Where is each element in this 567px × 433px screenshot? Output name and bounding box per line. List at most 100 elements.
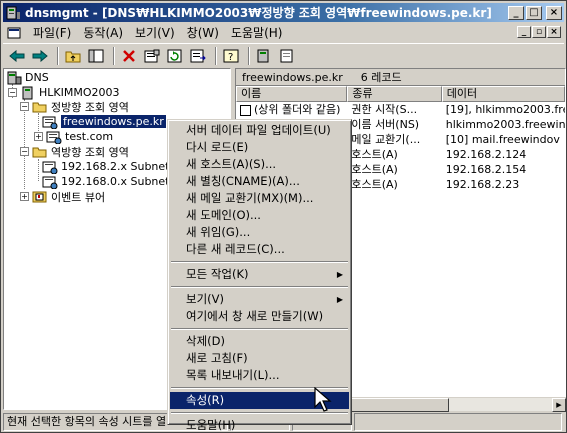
record-name-cell: (상위 폴더와 같음) xyxy=(236,102,347,117)
mmc-window: dnsmgmt - [DNS₩HLKIMMO2003₩정방향 조회 영역₩fre… xyxy=(0,0,567,433)
context-menu: 서버 데이터 파일 업데이트(U) 다시 로드(E) 새 호스트(A)(S)..… xyxy=(167,119,352,432)
collapse-toggle[interactable]: − xyxy=(20,147,29,156)
back-arrow-icon[interactable] xyxy=(7,46,27,66)
record-type: 호스트(A) xyxy=(351,178,398,191)
delete-icon[interactable] xyxy=(119,46,139,66)
menu-file[interactable]: 파일(F) xyxy=(27,23,77,42)
close-button[interactable]: × xyxy=(546,5,562,20)
records-zone-name: freewindows.pe.kr xyxy=(242,70,343,84)
scroll-track[interactable] xyxy=(449,398,552,411)
ctx-all-tasks[interactable]: 모든 작업(K) ▶ xyxy=(170,266,349,283)
svg-text:?: ? xyxy=(228,52,233,63)
column-header-data[interactable]: 데이터 xyxy=(441,86,565,102)
tree-label-reverse-2: 192.168.0.x Subnet xyxy=(61,175,170,188)
ctx-reload[interactable]: 다시 로드(E) xyxy=(170,139,349,156)
export-list-icon[interactable] xyxy=(188,46,208,66)
ctx-refresh[interactable]: 새로 고침(F) xyxy=(170,350,349,367)
tree-label-dns: DNS xyxy=(25,71,49,84)
folder-open-icon xyxy=(32,102,47,112)
column-header-name[interactable]: 이름 xyxy=(236,86,348,102)
menu-separator xyxy=(171,328,348,330)
menu-separator xyxy=(171,286,348,288)
ctx-view[interactable]: 보기(V) ▶ xyxy=(170,291,349,308)
ctx-new-domain[interactable]: 새 도메인(O)... xyxy=(170,207,349,224)
up-folder-icon[interactable] xyxy=(63,46,83,66)
ctx-new-delegation[interactable]: 새 위임(G)... xyxy=(170,224,349,241)
record-type: 이름 서버(NS) xyxy=(351,118,420,131)
tree-label-server: HLKIMMO2003 xyxy=(39,86,120,99)
server-icon[interactable] xyxy=(254,46,274,66)
mdi-controls: _ ▫ × xyxy=(517,26,562,38)
mdi-minimize-button[interactable]: _ xyxy=(517,26,531,38)
status-pane-4 xyxy=(354,413,562,431)
tree-node-reverse-zones[interactable]: − 역방향 조회 영역 xyxy=(20,144,129,159)
folder-open-icon xyxy=(32,147,47,157)
mdi-restore-button[interactable]: ▫ xyxy=(532,26,546,38)
record-type: 권한 시작(S... xyxy=(351,103,418,116)
records-count: 6 레코드 xyxy=(360,71,402,84)
tree-label-forward-zones: 정방향 조회 영역 xyxy=(51,100,129,114)
tree-node-reverse-2[interactable]: 192.168.0.x Subnet xyxy=(42,174,169,189)
help-icon[interactable]: ? xyxy=(221,46,241,66)
record-icon[interactable] xyxy=(277,46,297,66)
ctx-update-server-data-file[interactable]: 서버 데이터 파일 업데이트(U) xyxy=(170,122,349,139)
properties-icon[interactable] xyxy=(142,46,162,66)
record-data: 192.168.2.124 xyxy=(445,148,527,161)
tree-node-event-viewer[interactable]: + 이벤트 뷰어 xyxy=(20,189,105,204)
expand-toggle[interactable]: + xyxy=(34,132,43,141)
record-icon xyxy=(240,104,251,116)
collapse-toggle[interactable]: − xyxy=(20,102,29,111)
tree-label-zone-test: test.com xyxy=(65,130,114,143)
collapse-toggle[interactable]: − xyxy=(8,88,17,97)
ctx-help[interactable]: 도움말(H) xyxy=(170,417,349,433)
menu-view[interactable]: 보기(V) xyxy=(129,23,181,42)
ctx-new-host[interactable]: 새 호스트(A)(S)... xyxy=(170,156,349,173)
refresh-icon[interactable] xyxy=(165,46,185,66)
ctx-other-new-records[interactable]: 다른 새 레코드(C)... xyxy=(170,241,349,258)
record-data: [19], hlkimmo2003.free xyxy=(445,103,565,116)
expand-toggle[interactable]: + xyxy=(20,192,29,201)
tree-node-zone-test[interactable]: + test.com xyxy=(34,129,113,144)
zone-icon xyxy=(42,161,58,174)
records-header: freewindows.pe.kr 6 레코드 xyxy=(236,69,565,86)
toolbar: ? xyxy=(3,43,564,67)
show-tree-icon[interactable] xyxy=(86,46,106,66)
menu-bar: 파일(F) 동작(A) 보기(V) 창(W) 도움말(H) _ ▫ × xyxy=(3,23,564,42)
record-name: (상위 폴더와 같음) xyxy=(254,103,341,116)
ctx-new-alias[interactable]: 새 별칭(CNAME)(A)... xyxy=(170,173,349,190)
tree-node-reverse-1[interactable]: 192.168.2.x Subnet xyxy=(42,159,169,174)
mdi-close-button[interactable]: × xyxy=(547,26,561,38)
tree-node-zone-selected[interactable]: freewindows.pe.kr xyxy=(42,114,166,129)
toolbar-separator xyxy=(57,46,59,65)
menu-window[interactable]: 창(W) xyxy=(181,23,225,42)
forward-arrow-icon[interactable] xyxy=(30,46,50,66)
tree-node-forward-zones[interactable]: − 정방향 조회 영역 xyxy=(20,99,129,114)
tree-label-reverse-zones: 역방향 조회 영역 xyxy=(51,145,129,159)
maximize-button[interactable]: □ xyxy=(526,5,542,20)
ctx-delete[interactable]: 삭제(D) xyxy=(170,333,349,350)
scroll-right-icon[interactable]: ▶ xyxy=(552,398,566,412)
tree-line xyxy=(38,159,39,181)
mouse-pointer-icon xyxy=(314,387,332,412)
tree-label-zone-selected: freewindows.pe.kr xyxy=(61,115,166,128)
record-data: 192.168.2.23 xyxy=(445,178,520,191)
column-headers: 이름 종류 데이터 xyxy=(236,86,565,102)
ctx-new-window-from-here[interactable]: 여기에서 창 새로 만들기(W) xyxy=(170,308,349,325)
toolbar-separator xyxy=(113,46,115,65)
window-title: dnsmgmt - [DNS₩HLKIMMO2003₩정방향 조회 영역₩fre… xyxy=(25,6,492,20)
ctx-new-mail-exchanger[interactable]: 새 메일 교환기(MX)(M)... xyxy=(170,190,349,207)
zone-icon xyxy=(46,131,62,144)
menu-help[interactable]: 도움말(H) xyxy=(225,23,289,42)
tree-node-dns[interactable]: DNS xyxy=(6,70,49,85)
submenu-arrow-icon: ▶ xyxy=(336,295,343,304)
console-menu-icon[interactable] xyxy=(7,26,23,40)
minimize-button[interactable]: _ xyxy=(508,5,524,20)
record-data: hlkimmo2003.freewin xyxy=(445,118,565,131)
ctx-export-list[interactable]: 목록 내보내기(L)... xyxy=(170,367,349,384)
toolbar-separator xyxy=(215,46,217,65)
table-row[interactable]: (상위 폴더와 같음) 권한 시작(S... [19], hlkimmo2003… xyxy=(236,102,565,117)
column-header-type[interactable]: 종류 xyxy=(347,86,442,102)
title-bar[interactable]: dnsmgmt - [DNS₩HLKIMMO2003₩정방향 조회 영역₩fre… xyxy=(3,3,564,22)
record-data: 192.168.2.154 xyxy=(445,163,527,176)
menu-action[interactable]: 동작(A) xyxy=(77,23,129,42)
